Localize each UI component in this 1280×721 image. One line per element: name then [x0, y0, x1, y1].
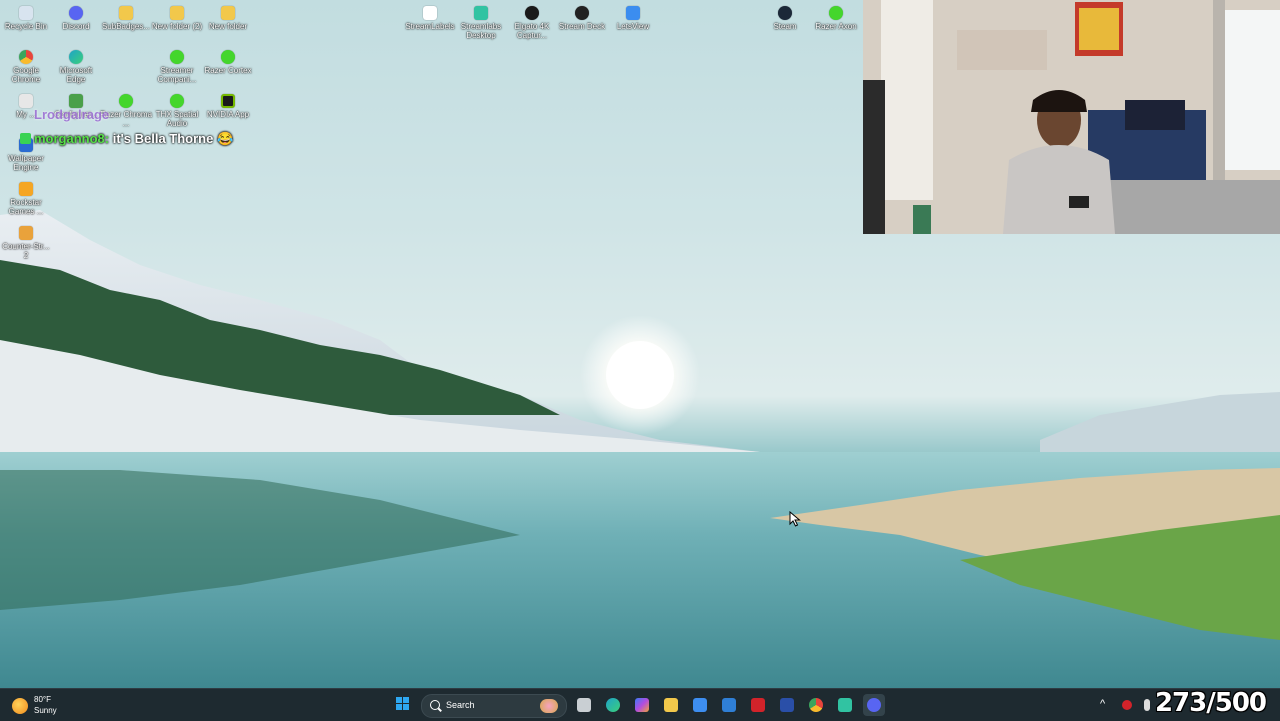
copilot-icon	[635, 698, 649, 712]
desktop-icon-streamlabs-desktop[interactable]: Streamlabs Desktop	[455, 4, 507, 40]
taskbar-app-edge[interactable]	[602, 694, 624, 716]
desktop-icon-razer-axon[interactable]: Razer Axon	[810, 4, 862, 31]
streamlabs-icon	[474, 6, 488, 20]
desktop-icon-recycle-bin[interactable]: Recycle Bin	[0, 4, 52, 31]
desktop-icon-counter-strike-2[interactable]: Counter-Str... 2	[0, 224, 52, 260]
razer-icon	[829, 6, 843, 20]
tray-overflow-chevron[interactable]: ^	[1100, 698, 1105, 710]
taskbar: 80°F Sunny Search ^ 273/500	[0, 688, 1280, 721]
desktop-icon-discord[interactable]: Discord	[50, 4, 102, 31]
streamlabels-icon	[423, 6, 437, 20]
folder-icon	[119, 6, 133, 20]
edge-icon	[606, 698, 620, 712]
desktop-icon-google-chrome[interactable]: Google Chrome	[0, 48, 52, 84]
taskbar-app-copilot[interactable]	[631, 694, 653, 716]
edge-icon	[69, 50, 83, 64]
chat-username: morganno8:	[34, 131, 110, 146]
rockstar-icon	[19, 182, 33, 196]
cs2-icon	[19, 226, 33, 240]
desktop-icon-new-folder[interactable]: New folder	[202, 4, 254, 31]
taskbar-app-streamlabs[interactable]	[834, 694, 856, 716]
folder-icon	[221, 6, 235, 20]
desktop-icon-streamlabels[interactable]: StreamLabels	[404, 4, 456, 31]
letsview-icon	[626, 6, 640, 20]
desktop-icon-steam[interactable]: Steam	[759, 4, 811, 31]
sunny-weather-icon	[12, 698, 28, 714]
desktop-icon-microsoft-edge[interactable]: Microsoft Edge	[50, 48, 102, 84]
razer-icon	[221, 50, 235, 64]
taskbar-app-file-explorer[interactable]	[660, 694, 682, 716]
mcafee-icon	[751, 698, 765, 712]
desktop-icon-stream-deck[interactable]: Stream Deck	[556, 4, 608, 31]
desktop-icon-razer-cortex[interactable]: Razer Cortex	[202, 48, 254, 75]
desktop-icon-rockstar-games[interactable]: Rockstar Games ...	[0, 180, 52, 216]
search-highlight-icon	[540, 699, 558, 713]
start-button[interactable]	[393, 694, 415, 716]
taskbar-app-editor[interactable]	[718, 694, 740, 716]
mouse-cursor-icon	[789, 510, 801, 532]
discord-icon	[867, 698, 881, 712]
weather-condition: Sunny	[34, 706, 57, 715]
webcam-feed	[863, 0, 1280, 234]
steam-icon	[778, 6, 792, 20]
recycle-bin-icon	[19, 6, 33, 20]
desktop-icon-new-folder-2[interactable]: New folder (2)	[151, 4, 203, 31]
file-explorer-icon	[664, 698, 678, 712]
weather-temperature: 80°F	[34, 695, 51, 704]
desktop-icon-streamer-companion[interactable]: Streamer Compani...	[151, 48, 203, 84]
search-icon	[430, 700, 440, 710]
desktop-icon-subbadges[interactable]: SubBadges...	[100, 4, 152, 31]
microphone-icon[interactable]	[1144, 699, 1150, 711]
razer-icon	[170, 50, 184, 64]
chrome-icon	[809, 698, 823, 712]
chat-message: morganno8: it's Bella Thorne 😂	[20, 131, 233, 147]
elgato-icon	[525, 6, 539, 20]
desktop-icon-elgato[interactable]: Elgato 4K Captur...	[506, 4, 558, 40]
desktop-icon-letsview[interactable]: LetsView	[607, 4, 659, 31]
streamlabs-icon	[838, 698, 852, 712]
taskbar-app-chrome[interactable]	[805, 694, 827, 716]
vscode-like-icon	[722, 698, 736, 712]
stream-deck-icon	[575, 6, 589, 20]
taskbar-app-file-manager[interactable]	[573, 694, 595, 716]
taskbar-app-logitech[interactable]	[776, 694, 798, 716]
tray-mcafee-icon[interactable]	[1122, 700, 1132, 710]
discord-icon	[69, 6, 83, 20]
taskbar-app-mcafee[interactable]	[747, 694, 769, 716]
chat-overlay: Lrodgalrage morganno8: it's Bella Thorne…	[20, 104, 320, 154]
taskbar-app-microsoft-store[interactable]	[689, 694, 711, 716]
chat-text: it's Bella Thorne 😂	[109, 131, 234, 146]
chat-ghost-username: Lrodgalrage	[34, 107, 110, 122]
folder-icon	[170, 6, 184, 20]
system-tray: ^ 273/500	[1080, 688, 1280, 721]
microsoft-store-icon	[693, 698, 707, 712]
taskbar-search-box[interactable]: Search	[421, 694, 567, 718]
follower-goal-counter: 273/500	[1154, 688, 1267, 718]
search-placeholder: Search	[446, 700, 475, 710]
chat-badge-icon	[20, 133, 31, 144]
file-manager-icon	[577, 698, 591, 712]
logitech-icon	[780, 698, 794, 712]
taskbar-app-discord[interactable]	[863, 694, 885, 716]
chrome-icon	[19, 50, 33, 64]
